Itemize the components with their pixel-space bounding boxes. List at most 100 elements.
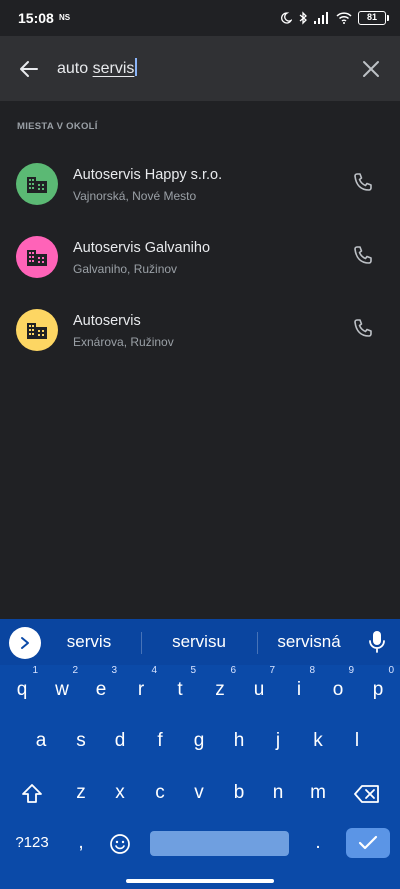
result-address: Vajnorská, Nové Mesto <box>73 189 197 203</box>
status-icons: 81 <box>280 9 389 27</box>
navigation-bar <box>0 866 400 889</box>
home-gesture-handle[interactable] <box>126 879 274 883</box>
checkmark-icon <box>358 835 378 850</box>
result-item[interactable]: Autoservis Galvaniho Galvaniho, Ružinov <box>0 228 400 301</box>
mic-icon[interactable] <box>368 630 386 654</box>
key-f[interactable]: f <box>142 721 178 761</box>
battery-icon: 81 <box>358 11 389 25</box>
building-icon <box>16 236 58 278</box>
status-bar: 15:08 NS 81 <box>0 0 400 36</box>
moon-icon <box>281 12 292 24</box>
suggestion-bar: servis servisu servisná <box>0 619 400 665</box>
key-label: r <box>137 679 145 700</box>
search-input[interactable]: auto servis <box>57 58 137 78</box>
key-label: p <box>372 679 384 700</box>
result-address: Exnárova, Ružinov <box>73 335 174 349</box>
suggestion-2[interactable]: servisu <box>144 632 254 652</box>
key-o[interactable]: o9 <box>320 665 356 710</box>
key-s[interactable]: s <box>63 721 99 761</box>
key-hint: 2 <box>72 665 78 676</box>
key-x[interactable]: x <box>102 773 138 813</box>
search-query-word2: servis <box>92 60 135 77</box>
key-b[interactable]: b <box>221 773 257 813</box>
key-k[interactable]: k <box>300 721 336 761</box>
text-caret <box>135 58 137 76</box>
suggestion-1[interactable]: servis <box>34 632 144 652</box>
key-d[interactable]: d <box>102 721 138 761</box>
suggestion-divider <box>141 632 142 654</box>
key-l[interactable]: l <box>339 721 375 761</box>
building-icon <box>16 163 58 205</box>
result-address: Galvaniho, Ružinov <box>73 262 178 276</box>
signal-icon <box>314 12 328 24</box>
search-query-word1: auto <box>57 60 93 77</box>
key-hint: 0 <box>388 665 394 676</box>
phone-icon[interactable] <box>351 244 375 268</box>
phone-icon[interactable] <box>351 317 375 341</box>
key-label: q <box>16 679 28 700</box>
enter-key[interactable] <box>346 828 390 858</box>
key-label: w <box>55 679 69 700</box>
backspace-key[interactable] <box>347 776 387 812</box>
key-hint: 8 <box>309 665 315 676</box>
key-c[interactable]: c <box>142 773 178 813</box>
key-z[interactable]: z <box>63 773 99 813</box>
key-p[interactable]: p0 <box>360 665 396 710</box>
comma-key[interactable]: , <box>63 823 99 863</box>
clear-icon[interactable] <box>358 56 384 82</box>
key-label: z <box>215 679 225 700</box>
section-label: MIESTA V OKOLÍ <box>17 121 98 132</box>
chevron-right-icon <box>21 637 29 649</box>
key-v[interactable]: v <box>181 773 217 813</box>
result-title: Autoservis <box>73 313 141 329</box>
key-t[interactable]: t5 <box>162 665 198 710</box>
bluetooth-icon <box>299 11 307 25</box>
key-q[interactable]: q1 <box>4 665 40 710</box>
key-label: i <box>296 679 302 700</box>
key-hint: 9 <box>348 665 354 676</box>
shift-icon <box>22 784 42 803</box>
key-label: e <box>95 679 107 700</box>
key-e[interactable]: e3 <box>83 665 119 710</box>
result-item[interactable]: Autoservis Happy s.r.o. Vajnorská, Nové … <box>0 155 400 228</box>
phone-icon[interactable] <box>351 171 375 195</box>
key-n[interactable]: n <box>260 773 296 813</box>
key-hint: 7 <box>269 665 275 676</box>
space-key[interactable] <box>150 831 289 856</box>
key-label: u <box>253 679 265 700</box>
key-label: t <box>177 679 183 700</box>
result-item[interactable]: Autoservis Exnárova, Ružinov <box>0 301 400 374</box>
key-j[interactable]: j <box>260 721 296 761</box>
emoji-key[interactable] <box>106 830 134 858</box>
back-arrow-icon[interactable] <box>14 54 44 84</box>
keyboard: servis servisu servisná q1 w2 e3 r4 t5 z… <box>0 619 400 866</box>
key-r[interactable]: r4 <box>123 665 159 710</box>
key-hint: 1 <box>32 665 38 676</box>
emoji-icon <box>110 834 130 854</box>
key-u[interactable]: u7 <box>241 665 277 710</box>
key-w[interactable]: w2 <box>44 665 80 710</box>
status-time: 15:08 <box>18 10 54 26</box>
period-key[interactable]: . <box>300 823 336 863</box>
key-hint: 4 <box>151 665 157 676</box>
backspace-icon <box>354 785 379 803</box>
key-g[interactable]: g <box>181 721 217 761</box>
key-a[interactable]: a <box>23 721 59 761</box>
key-hint: 6 <box>230 665 236 676</box>
key-i[interactable]: i8 <box>281 665 317 710</box>
key-hint: 3 <box>111 665 117 676</box>
key-label: o <box>332 679 344 700</box>
search-header: auto servis <box>0 36 400 101</box>
result-title: Autoservis Galvaniho <box>73 240 211 256</box>
key-hint: 5 <box>190 665 196 676</box>
key-m[interactable]: m <box>300 773 336 813</box>
symbols-key[interactable]: ?123 <box>10 831 54 855</box>
key-z[interactable]: z6 <box>202 665 238 710</box>
building-icon <box>16 309 58 351</box>
result-title: Autoservis Happy s.r.o. <box>73 167 223 183</box>
suggestion-3[interactable]: servisná <box>254 632 364 652</box>
wifi-icon <box>336 12 352 24</box>
status-ns-label: NS <box>59 13 71 22</box>
key-h[interactable]: h <box>221 721 257 761</box>
shift-key[interactable] <box>13 776 51 812</box>
